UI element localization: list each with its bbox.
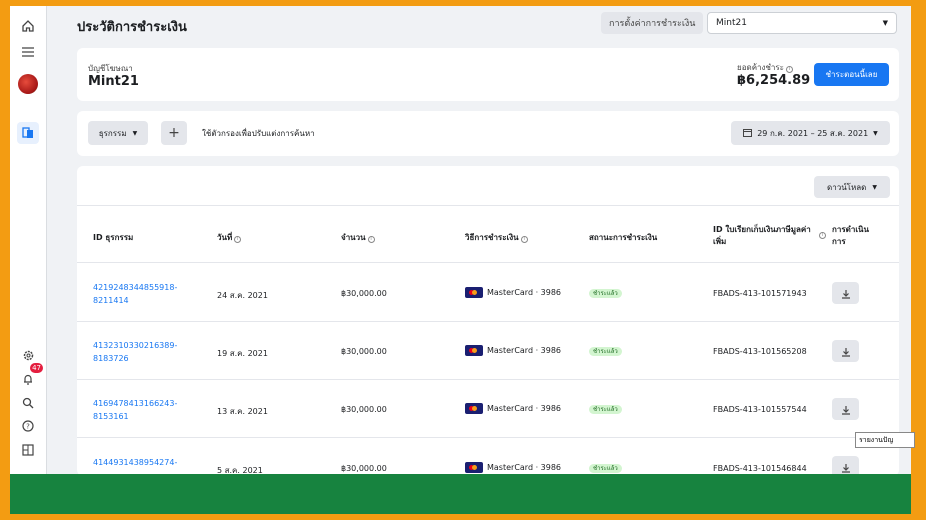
row-date: 13 ส.ค. 2021 [217, 407, 268, 416]
row-date: 24 ส.ค. 2021 [217, 291, 268, 300]
header-id: ID ธุรกรรม [93, 233, 134, 242]
bell-icon[interactable]: 47 [17, 363, 43, 390]
avatar[interactable] [17, 73, 39, 95]
filter-hint: ใช้ตัวกรองเพื่อปรับแต่งการค้นหา [202, 129, 315, 138]
row-method: MasterCard · 3986 [465, 403, 561, 414]
add-filter-button[interactable]: + [161, 121, 187, 145]
info-icon: i [234, 236, 242, 243]
download-icon [841, 458, 851, 475]
transactions-card: ดาวน์โหลด ▼ ID ธุรกรรม วันที่ i จำนวน i วิ… [77, 166, 899, 474]
row-status: ชำระแล้ว [589, 346, 622, 356]
calendar-icon [743, 128, 753, 139]
status-badge: ชำระแล้ว [589, 405, 622, 414]
mastercard-icon [465, 462, 483, 473]
table-row: 4132310330216389-8183726 19 ส.ค. 2021 ฿3… [77, 322, 899, 380]
row-download-button[interactable] [832, 456, 859, 474]
transaction-id-link[interactable]: 4169478413166243-8153161 [93, 397, 193, 423]
chevron-down-icon: ▼ [872, 183, 877, 191]
table-row: 4144931438954274- 5 ส.ค. 2021 ฿30,000.00… [77, 438, 899, 474]
header-status: สถานะการชำระเงิน [589, 233, 658, 242]
download-icon [841, 284, 851, 303]
account-select[interactable]: Mint21 ▼ [707, 12, 897, 34]
account-card: บัญชีโฆษณา Mint21 ยอดค้างชำระ i ฿6,254.89… [77, 48, 899, 101]
header-method: วิธีการชำระเงิน i [465, 231, 528, 244]
account-select-value: Mint21 [716, 18, 747, 28]
mastercard-icon [465, 345, 483, 356]
left-sidebar: 47 ? [10, 6, 47, 474]
chevron-down-icon: ▼ [882, 19, 888, 27]
info-icon[interactable]: i [785, 66, 793, 73]
menu-icon[interactable] [17, 41, 39, 63]
row-download-button[interactable] [832, 398, 859, 420]
download-label: ดาวน์โหลด [827, 182, 867, 192]
svg-text:?: ? [26, 423, 30, 431]
chevron-down-icon: ▼ [132, 129, 138, 137]
row-date: 5 ส.ค. 2021 [217, 466, 263, 474]
transaction-filter-label: ธุรกรรม [98, 128, 127, 138]
help-icon[interactable]: ? [17, 415, 39, 437]
table-row: 4169478413166243-8153161 13 ส.ค. 2021 ฿3… [77, 380, 899, 438]
report-problem-tooltip: รายงานปัญ [855, 432, 915, 448]
row-status: ชำระแล้ว [589, 463, 622, 473]
chevron-down-icon: ▼ [873, 129, 878, 137]
main-content: ประวัติการชำระเงิน การตั้งค่าการชำระเงิน… [47, 6, 911, 474]
download-button[interactable]: ดาวน์โหลด ▼ [814, 176, 890, 198]
page-title: ประวัติการชำระเงิน [77, 20, 187, 35]
row-amount: ฿30,000.00 [341, 347, 387, 356]
transaction-id-link[interactable]: 4132310330216389-8183726 [93, 339, 193, 365]
header-action: การดำเนินการ [832, 225, 869, 246]
row-download-button[interactable] [832, 340, 859, 362]
row-invoice: FBADS-413-101565208 [713, 347, 807, 356]
row-invoice: FBADS-413-101571943 [713, 289, 807, 298]
app-window: 47 ? ประวัติการชำระเงิน การตั้งค่าการชำร… [10, 6, 911, 474]
account-name: Mint21 [88, 74, 139, 89]
info-icon: i [367, 236, 375, 243]
transaction-filter-button[interactable]: ธุรกรรม ▼ [88, 121, 148, 145]
status-badge: ชำระแล้ว [589, 347, 622, 356]
row-method: MasterCard · 3986 [465, 345, 561, 356]
mastercard-icon [465, 287, 483, 298]
download-icon [841, 342, 851, 361]
row-amount: ฿30,000.00 [341, 405, 387, 414]
date-range-button[interactable]: 29 ก.ค. 2021 – 25 ส.ค. 2021 ▼ [731, 121, 890, 145]
row-status: ชำระแล้ว [589, 404, 622, 414]
table-header: ID ธุรกรรม วันที่ i จำนวน i วิธีการชำระเงิ… [77, 205, 899, 263]
transaction-id-link[interactable]: 4219248344855918-8211414 [93, 281, 193, 307]
row-download-button[interactable] [832, 282, 859, 304]
header-date[interactable]: วันที่ i [217, 231, 242, 244]
row-amount: ฿30,000.00 [341, 464, 387, 473]
info-icon: i [817, 229, 826, 239]
status-badge: ชำระแล้ว [589, 289, 622, 298]
transaction-id-link[interactable]: 4144931438954274- [93, 456, 193, 469]
row-invoice: FBADS-413-101557544 [713, 405, 807, 414]
status-badge: ชำระแล้ว [589, 464, 622, 473]
pay-now-button[interactable]: ชำระตอนนี้เลย [814, 63, 889, 86]
mastercard-icon [465, 403, 483, 414]
bottom-banner [10, 474, 911, 514]
info-icon: i [520, 236, 528, 243]
balance-value: ฿6,254.89 [737, 73, 811, 88]
search-icon[interactable] [17, 392, 39, 414]
home-icon[interactable] [17, 15, 39, 37]
payment-settings-button[interactable]: การตั้งค่าการชำระเงิน [601, 12, 704, 34]
row-status: ชำระแล้ว [589, 288, 622, 298]
row-amount: ฿30,000.00 [341, 289, 387, 298]
row-date: 19 ส.ค. 2021 [217, 349, 268, 358]
plus-icon: + [168, 125, 180, 141]
panel-icon[interactable] [17, 439, 39, 461]
table-row: 4219248344855918-8211414 24 ส.ค. 2021 ฿3… [77, 264, 899, 322]
notification-badge: 47 [30, 363, 43, 373]
date-range-label: 29 ก.ค. 2021 – 25 ส.ค. 2021 [757, 128, 869, 138]
row-invoice: FBADS-413-101546844 [713, 464, 807, 473]
filter-card: ธุรกรรม ▼ + ใช้ตัวกรองเพื่อปรับแต่งการค้… [77, 111, 899, 156]
header-amount[interactable]: จำนวน i [341, 231, 375, 244]
header-invoice: ID ใบเรียกเก็บเงินภาษีมูลค่าเพิ่ม [713, 225, 811, 246]
download-icon [841, 400, 851, 419]
row-method: MasterCard · 3986 [465, 287, 561, 298]
billing-icon[interactable] [17, 122, 39, 144]
row-method: MasterCard · 3986 [465, 462, 561, 473]
